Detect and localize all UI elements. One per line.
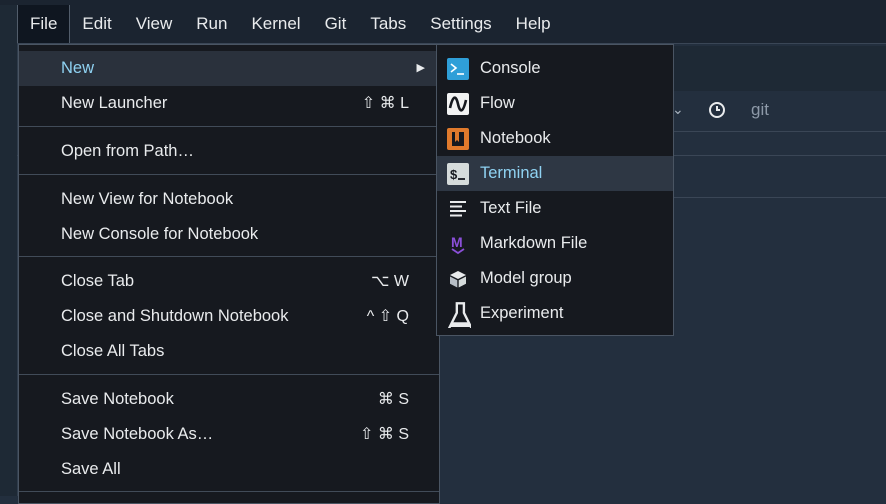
terminal-icon: $ xyxy=(447,163,469,185)
experiment-icon xyxy=(447,302,471,328)
submenu-arrow-icon: ▶ xyxy=(416,62,425,74)
new-submenu: Console Flow Notebook $ Terminal Text Fi… xyxy=(436,44,674,336)
menu-item-label: Close Tab xyxy=(61,272,135,290)
menu-item-label: New Console for Notebook xyxy=(61,225,259,243)
menu-file[interactable]: File xyxy=(17,5,71,43)
menu-item-close-tab[interactable]: Close Tab ⌥ W xyxy=(19,264,439,299)
shortcut-label: ^ ⇧ Q xyxy=(366,308,409,325)
menu-item-new-view-for-notebook[interactable]: New View for Notebook xyxy=(19,182,439,217)
menu-item-label: Open from Path… xyxy=(61,142,194,160)
menu-item-label: Close and Shutdown Notebook xyxy=(61,307,289,325)
menu-tabs[interactable]: Tabs xyxy=(358,5,418,43)
menu-item-label: New Launcher xyxy=(61,94,168,112)
menu-separator xyxy=(19,374,439,375)
submenu-item-markdown-file[interactable]: M Markdown File xyxy=(437,226,673,261)
menu-kernel[interactable]: Kernel xyxy=(239,5,312,43)
submenu-item-console[interactable]: Console xyxy=(437,51,673,86)
menu-item-label: Save All xyxy=(61,460,121,478)
menu-item-label: Close All Tabs xyxy=(61,342,165,360)
menu-item-new[interactable]: New ▶ xyxy=(19,51,439,86)
menu-item-label: New xyxy=(61,59,95,77)
file-menu: New ▶ New Launcher ⇧ ⌘ L Open from Path…… xyxy=(18,44,440,504)
submenu-item-label: Text File xyxy=(480,199,542,217)
menu-settings[interactable]: Settings xyxy=(418,5,503,43)
svg-text:M: M xyxy=(451,234,463,250)
submenu-item-label: Console xyxy=(480,59,541,77)
notebook-icon xyxy=(447,128,469,150)
shortcut-label: ⌘ S xyxy=(377,391,409,408)
shortcut-label: ⇧ ⌘ S xyxy=(360,426,409,443)
model-group-icon xyxy=(450,271,466,288)
shortcut-label: ⇧ ⌘ L xyxy=(361,95,409,112)
submenu-item-terminal[interactable]: $ Terminal xyxy=(437,156,673,191)
menu-separator xyxy=(19,491,439,492)
submenu-item-model-group[interactable]: Model group xyxy=(437,261,673,296)
clock-icon[interactable] xyxy=(708,101,726,119)
menu-git[interactable]: Git xyxy=(313,5,359,43)
menu-item-label: Save Notebook As… xyxy=(61,425,214,443)
submenu-item-notebook[interactable]: Notebook xyxy=(437,121,673,156)
submenu-item-label: Terminal xyxy=(480,164,543,182)
menu-item-new-console-for-notebook[interactable]: New Console for Notebook xyxy=(19,217,439,252)
submenu-item-label: Markdown File xyxy=(480,234,588,252)
menu-bar: File Edit View Run Kernel Git Tabs Setti… xyxy=(17,5,886,44)
menu-item-new-launcher[interactable]: New Launcher ⇧ ⌘ L xyxy=(19,86,439,121)
menu-separator xyxy=(19,126,439,127)
svg-text:$: $ xyxy=(450,167,458,182)
menu-item-close-and-shutdown[interactable]: Close and Shutdown Notebook ^ ⇧ Q xyxy=(19,299,439,334)
git-label[interactable]: git xyxy=(751,100,769,120)
menu-item-save-all[interactable]: Save All xyxy=(19,452,439,487)
submenu-item-label: Notebook xyxy=(480,129,551,147)
menu-view[interactable]: View xyxy=(124,5,185,43)
submenu-item-label: Experiment xyxy=(480,304,564,322)
menu-help[interactable]: Help xyxy=(504,5,563,43)
menu-item-open-from-path[interactable]: Open from Path… xyxy=(19,134,439,169)
menu-item-label: New View for Notebook xyxy=(61,190,234,208)
menu-separator xyxy=(19,174,439,175)
submenu-item-flow[interactable]: Flow xyxy=(437,86,673,121)
shortcut-label: ⌥ W xyxy=(371,273,409,290)
menu-separator xyxy=(19,256,439,257)
submenu-item-experiment[interactable]: Experiment xyxy=(437,296,673,331)
text-file-icon xyxy=(450,201,466,217)
submenu-item-label: Flow xyxy=(480,94,515,112)
menu-item-save-notebook-as[interactable]: Save Notebook As… ⇧ ⌘ S xyxy=(19,417,439,452)
menu-item-close-all-tabs[interactable]: Close All Tabs xyxy=(19,334,439,369)
left-sidebar xyxy=(0,5,18,496)
submenu-item-label: Model group xyxy=(480,269,572,287)
menu-edit[interactable]: Edit xyxy=(70,5,123,43)
markdown-icon: M xyxy=(451,234,465,255)
menu-run[interactable]: Run xyxy=(184,5,239,43)
submenu-item-text-file[interactable]: Text File xyxy=(437,191,673,226)
flow-icon xyxy=(447,93,469,115)
menu-item-label: Save Notebook xyxy=(61,390,174,408)
console-icon xyxy=(447,58,469,80)
menu-item-save-notebook[interactable]: Save Notebook ⌘ S xyxy=(19,382,439,417)
